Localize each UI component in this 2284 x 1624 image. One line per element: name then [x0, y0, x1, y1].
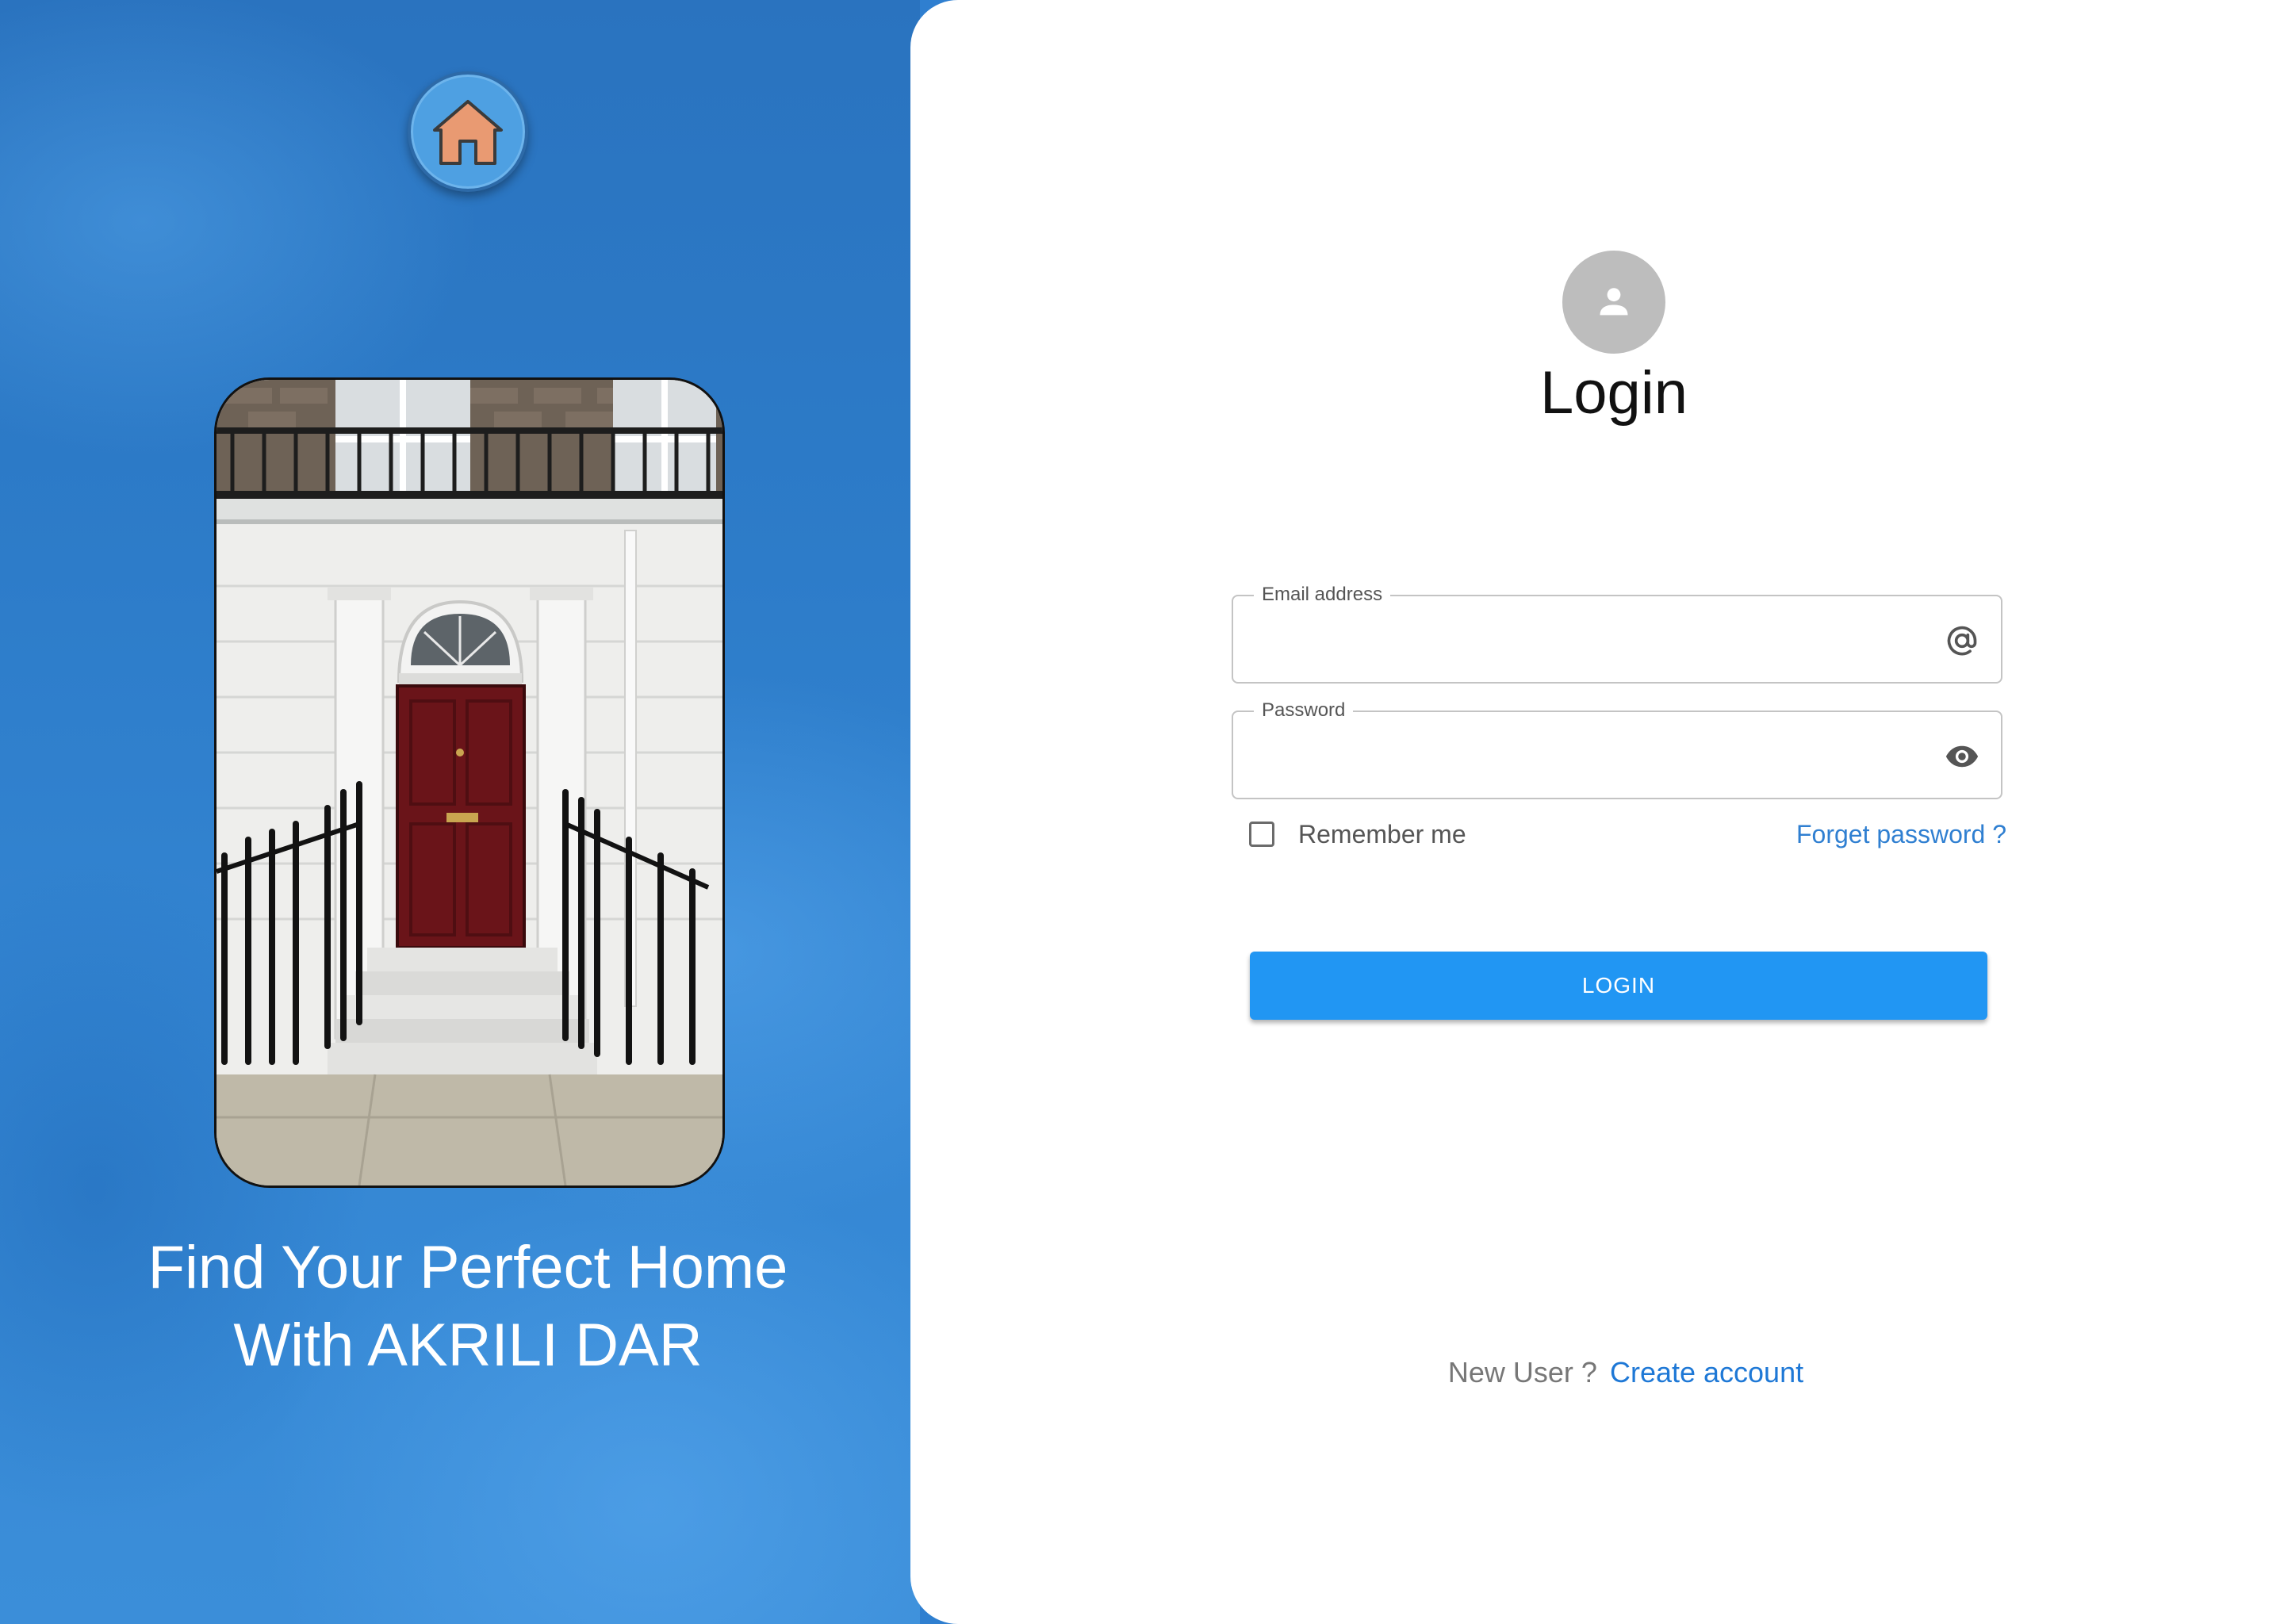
email-label: Email address: [1254, 582, 1391, 607]
house-illustration: [217, 380, 722, 1185]
password-label: Password: [1254, 698, 1354, 723]
app-logo: [408, 71, 528, 192]
tagline-line-1: Find Your Perfect Home: [148, 1234, 788, 1301]
eye-icon[interactable]: [1944, 739, 1980, 774]
signup-prompt: New User ? Create account: [1388, 1353, 1864, 1392]
create-account-link[interactable]: Create account: [1610, 1356, 1803, 1388]
page-title: Login: [1540, 359, 1688, 427]
avatar: [1562, 251, 1665, 354]
brand-panel: Find Your Perfect Home With AKRILI DAR: [0, 0, 920, 1624]
front-door-photo: [214, 377, 725, 1188]
email-input[interactable]: [1252, 620, 1922, 661]
tagline-line-2: With AKRILI DAR: [233, 1312, 703, 1379]
login-button[interactable]: LOGIN: [1250, 952, 1987, 1020]
remember-me[interactable]: Remember me: [1249, 817, 1466, 852]
person-icon: [1600, 288, 1628, 316]
password-input[interactable]: [1252, 736, 1922, 777]
password-field[interactable]: Password: [1232, 698, 2002, 799]
forgot-password-link[interactable]: Forget password ?: [1784, 817, 2006, 852]
at-sign-icon: [1947, 626, 1977, 656]
remember-checkbox[interactable]: [1249, 822, 1274, 847]
house-icon: [433, 100, 503, 165]
remember-label: Remember me: [1298, 819, 1466, 848]
new-user-text: New User ?: [1447, 1356, 1597, 1388]
brand-tagline: Find Your Perfect Home With AKRILI DAR: [95, 1229, 841, 1385]
email-field[interactable]: Email address: [1232, 582, 2002, 684]
